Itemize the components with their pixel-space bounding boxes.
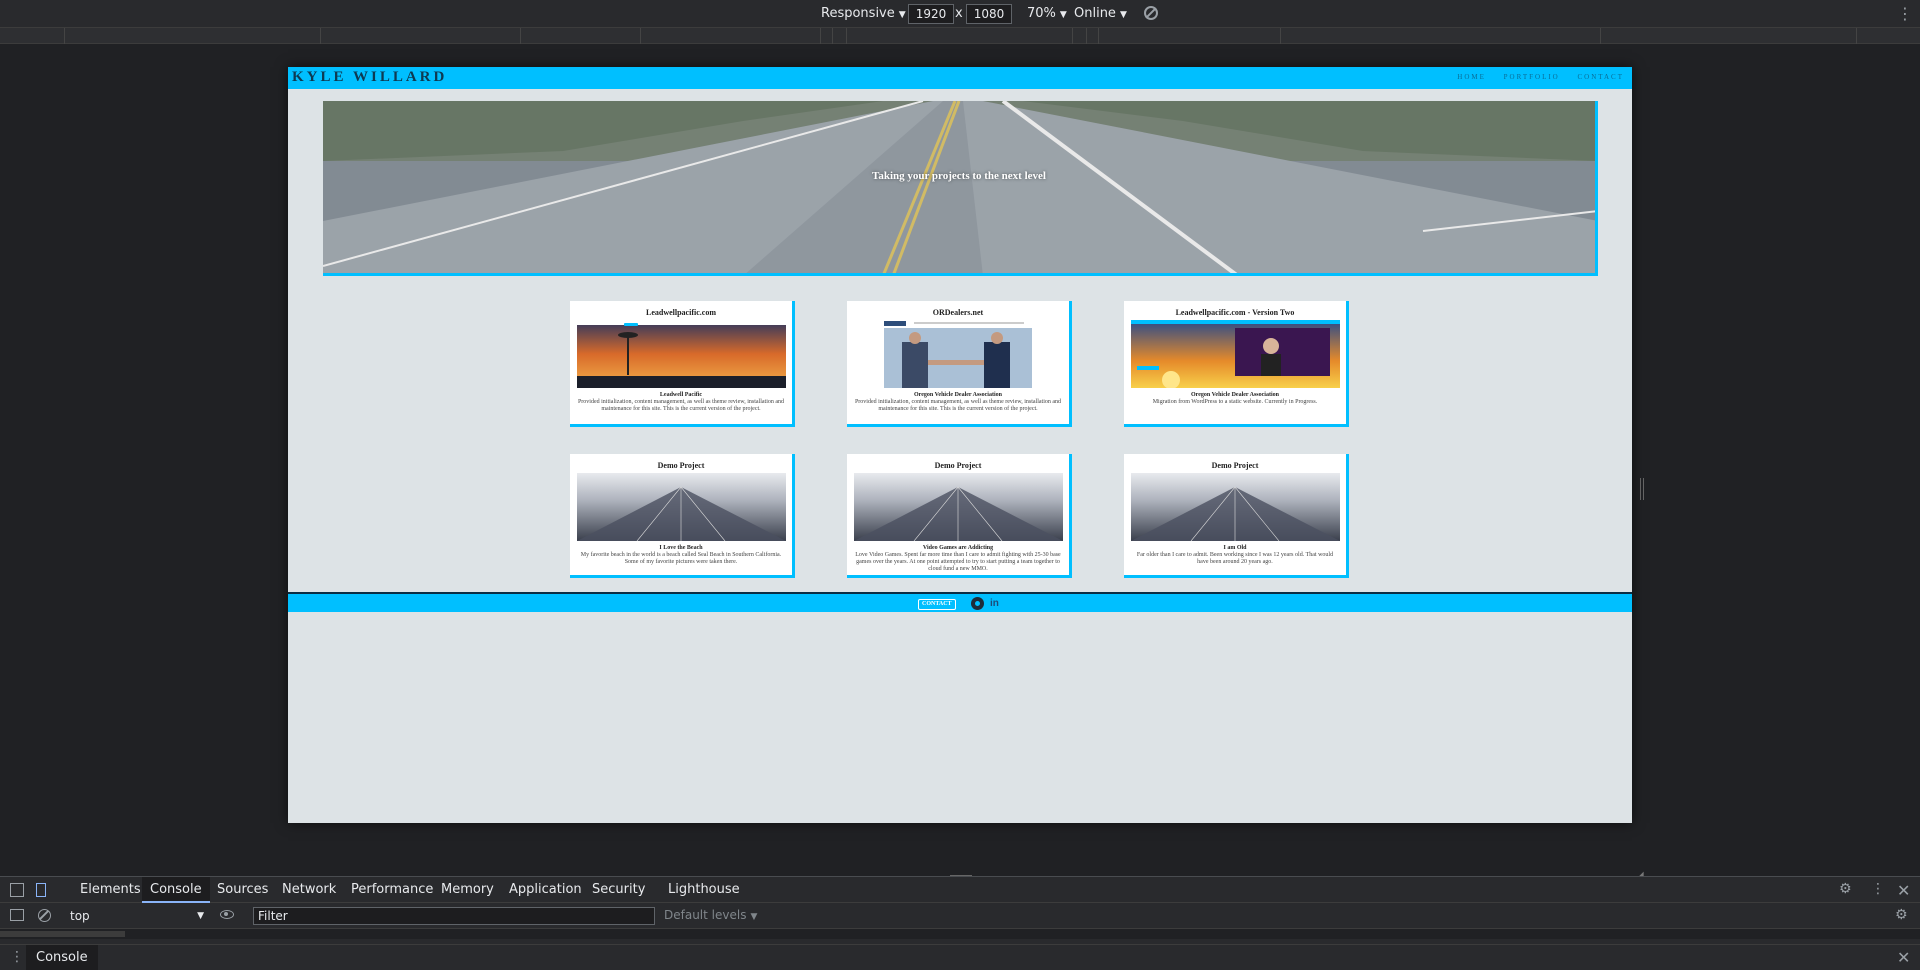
card-title: Demo Project [1211, 461, 1259, 470]
footer-contact-button[interactable]: CONTACT [918, 599, 956, 610]
chevron-down-icon: ▼ [197, 911, 204, 921]
network-throttle-dropdown[interactable]: Online ▼ [1074, 6, 1127, 21]
card-image-space-needle [577, 320, 786, 388]
settings-gear-icon[interactable]: ⚙ [1839, 881, 1852, 897]
drawer-menu-icon[interactable]: ⋮ [10, 949, 24, 965]
card-description: Provided initialization, content managem… [577, 399, 785, 412]
card-description: My favorite beach in the world is a beac… [580, 552, 782, 565]
hero-road-image [323, 101, 1595, 273]
device-toolbar: Responsive ▼ 1920 x 1080 70% ▼ Online ▼ ⋮ [0, 0, 1920, 28]
card-title: Demo Project [657, 461, 705, 470]
media-query-ruler[interactable] [0, 28, 1920, 44]
project-card[interactable]: Demo Project Video Games are Addicting L… [847, 454, 1072, 578]
drawer-tab-console[interactable]: Console [26, 945, 98, 970]
site-header: KYLE WILLARD HOME PORTFOLIO CONTACT [288, 67, 1632, 89]
hero-heading: Taking your projects to the next level [872, 170, 1046, 182]
zoom-label: 70% [1027, 6, 1056, 21]
rotate-icon[interactable] [1144, 6, 1158, 20]
card-image-sunset-site [1131, 320, 1340, 388]
close-icon[interactable]: ✕ [1897, 881, 1910, 900]
github-icon[interactable] [971, 597, 984, 610]
card-subtitle: Oregon Vehicle Dealer Association [914, 392, 1002, 398]
chevron-down-icon: ▼ [898, 10, 906, 20]
drawer-tabbar: ⋮ Console ✕ [0, 944, 1920, 970]
live-expression-eye-icon[interactable] [220, 910, 234, 919]
hero-banner: Taking your projects to the next level [323, 101, 1598, 276]
clear-console-icon[interactable] [38, 909, 51, 922]
card-title: Demo Project [934, 461, 982, 470]
more-options-icon[interactable]: ⋮ [1871, 881, 1885, 897]
card-title: ORDealers.net [932, 308, 984, 317]
project-card[interactable]: Demo Project I am Old Far older than I c… [1124, 454, 1349, 578]
tab-lighthouse[interactable]: Lighthouse [660, 877, 748, 903]
device-toggle-icon[interactable] [36, 883, 46, 897]
card-subtitle: I am Old [1223, 545, 1247, 551]
nav-contact[interactable]: CONTACT [1578, 73, 1625, 81]
scrollbar[interactable] [0, 931, 125, 937]
chevron-down-icon: ▼ [750, 912, 758, 922]
console-sidebar-icon[interactable] [10, 909, 24, 921]
site-logo[interactable]: KYLE WILLARD [292, 69, 447, 86]
project-card[interactable]: ORDealers.net Oregon Vehicle Dealer Asso… [847, 301, 1072, 427]
project-card[interactable]: Leadwellpacific.com - Version Two Oregon… [1124, 301, 1349, 427]
resize-handle-right[interactable] [1640, 478, 1644, 500]
tab-sources[interactable]: Sources [209, 877, 276, 903]
more-options-icon[interactable]: ⋮ [1897, 4, 1913, 23]
card-description: Love Video Games. Spent far more time th… [855, 552, 1061, 572]
console-output [0, 929, 1920, 939]
nav-portfolio[interactable]: PORTFOLIO [1504, 73, 1560, 81]
zoom-dropdown[interactable]: 70% ▼ [1027, 6, 1067, 21]
emulated-page: KYLE WILLARD HOME PORTFOLIO CONTACT Taki… [288, 67, 1632, 823]
context-label: top [70, 909, 90, 923]
tab-elements[interactable]: Elements [72, 877, 149, 903]
card-subtitle: Oregon Vehicle Dealer Association [1191, 392, 1279, 398]
network-label: Online [1074, 6, 1116, 21]
devtools-panel: Elements Console Sources Network Perform… [0, 876, 1920, 970]
console-settings-gear-icon[interactable]: ⚙ [1895, 907, 1908, 923]
devtools-tabbar: Elements Console Sources Network Perform… [0, 877, 1920, 903]
linkedin-icon[interactable]: in [990, 598, 999, 609]
chevron-down-icon: ▼ [1119, 10, 1127, 20]
card-subtitle: Leadwell Pacific [659, 392, 703, 398]
drawer-close-icon[interactable]: ✕ [1897, 948, 1910, 967]
site-nav: HOME PORTFOLIO CONTACT [1443, 73, 1624, 81]
card-description: Provided initialization, content managem… [854, 399, 1062, 412]
console-filter-input[interactable]: Filter [253, 907, 655, 925]
project-card[interactable]: Demo Project I Love the Beach My favorit… [570, 454, 795, 578]
card-image-dealers [854, 320, 1063, 388]
card-image-building [1131, 473, 1340, 541]
card-title: Leadwellpacific.com - Version Two [1175, 308, 1295, 317]
console-toolbar: top ▼ Filter Default levels ▼ ⚙ [0, 903, 1920, 929]
chevron-down-icon: ▼ [1059, 10, 1067, 20]
tab-security[interactable]: Security [584, 877, 653, 903]
card-title: Leadwellpacific.com [646, 308, 716, 317]
tab-application[interactable]: Application [501, 877, 590, 903]
site-footer: CONTACT in [288, 592, 1632, 612]
tab-console[interactable]: Console [142, 877, 210, 903]
height-input[interactable]: 1080 [966, 4, 1012, 24]
dimension-separator: x [955, 6, 963, 21]
inspect-element-icon[interactable] [10, 883, 24, 897]
context-select[interactable]: top ▼ [70, 907, 204, 925]
tab-performance[interactable]: Performance [343, 877, 441, 903]
card-subtitle: I Love the Beach [659, 545, 703, 551]
device-mode-label: Responsive [821, 6, 895, 21]
nav-home[interactable]: HOME [1457, 73, 1486, 81]
tab-network[interactable]: Network [274, 877, 344, 903]
card-image-building [577, 473, 786, 541]
project-card[interactable]: Leadwellpacific.com Leadwell Pacific Pro… [570, 301, 795, 427]
width-input[interactable]: 1920 [908, 4, 954, 24]
card-description: Far older than I care to admit. Been wor… [1136, 552, 1334, 565]
device-mode-dropdown[interactable]: Responsive ▼ [821, 6, 906, 21]
card-image-building [854, 473, 1063, 541]
card-subtitle: Video Games are Addicting [922, 545, 994, 551]
card-description: Migration from WordPress to a static web… [1152, 399, 1318, 405]
log-levels-label: Default levels [664, 908, 747, 922]
log-levels-dropdown[interactable]: Default levels ▼ [664, 908, 757, 922]
tab-memory[interactable]: Memory [433, 877, 502, 903]
